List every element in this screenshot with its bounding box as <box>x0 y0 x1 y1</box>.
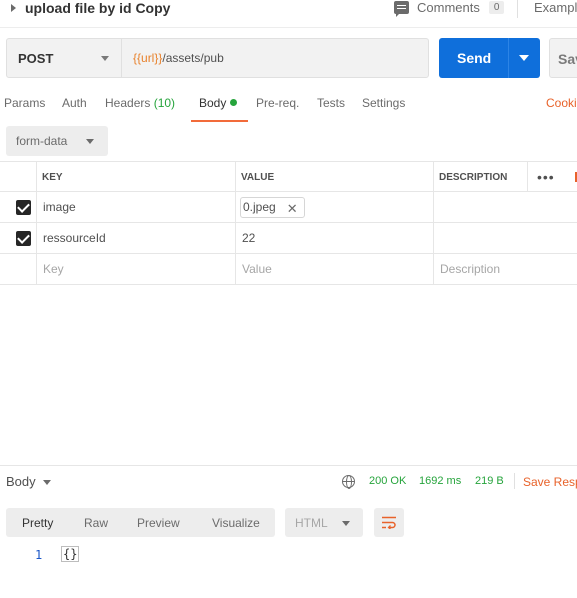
response-section-select[interactable]: Body <box>6 474 36 489</box>
file-name: 0.jpeg <box>243 200 276 214</box>
key-cell[interactable]: image <box>37 192 236 222</box>
description-cell[interactable] <box>434 223 577 253</box>
tab-body[interactable]: Body <box>199 96 238 110</box>
row-checkbox[interactable] <box>16 231 31 246</box>
table-row-new: Key Value Description <box>0 254 577 285</box>
status-divider <box>514 473 515 489</box>
request-name[interactable]: upload file by id Copy <box>25 0 170 16</box>
file-chip[interactable]: 0.jpeg ✕ <box>240 197 305 218</box>
response-time[interactable]: 1692 ms <box>419 475 461 487</box>
tab-auth[interactable]: Auth <box>62 96 87 110</box>
new-key-input[interactable]: Key <box>37 254 236 284</box>
headers-count: (10) <box>153 96 176 110</box>
key-text: image <box>43 200 76 214</box>
response-size[interactable]: 219 B <box>475 475 504 487</box>
chevron-down-icon <box>342 521 350 526</box>
header-key-label: KEY <box>42 172 63 183</box>
header-value-label: VALUE <box>241 172 275 183</box>
key-cell[interactable]: ressourceId <box>37 223 236 253</box>
tab-headers-label: Headers <box>105 96 151 110</box>
url-input[interactable]: {{url}}/assets/pub <box>121 38 429 78</box>
header-description: DESCRIPTION <box>434 162 577 192</box>
line-number: 1 <box>35 548 43 562</box>
tab-preview[interactable]: Preview <box>137 516 180 530</box>
send-button[interactable]: Send <box>439 38 540 78</box>
url-variable: {{url}} <box>133 51 163 65</box>
value-cell[interactable]: 0.jpeg ✕ <box>236 192 434 222</box>
request-tabs: Params Auth Headers (10) Body Pre-req. T… <box>0 96 577 122</box>
header-check-cell <box>0 162 37 192</box>
value-placeholder: Value <box>242 262 272 276</box>
key-text: ressourceId <box>43 231 106 245</box>
row-checkbox[interactable] <box>16 200 31 215</box>
tab-visualize[interactable]: Visualize <box>212 516 260 530</box>
title-divider-line <box>0 27 577 28</box>
chevron-down-icon[interactable] <box>43 480 51 485</box>
header-value: VALUE <box>236 162 434 192</box>
comments-label: Comments <box>417 0 480 15</box>
comment-icon <box>394 1 409 17</box>
body-type-label: form-data <box>16 134 68 148</box>
tab-settings[interactable]: Settings <box>362 96 405 110</box>
row-check-cell <box>0 192 37 222</box>
new-description-input[interactable]: Description <box>434 254 577 284</box>
body-indicator-dot <box>230 99 238 106</box>
close-icon[interactable]: ✕ <box>287 201 298 217</box>
comments-button[interactable]: Comments 0 <box>394 0 505 17</box>
header-key: KEY <box>37 162 236 192</box>
save-response-button[interactable]: Save Resp <box>523 475 577 489</box>
row-check-cell <box>0 223 37 253</box>
response-divider <box>0 465 577 466</box>
row-check-cell <box>0 254 37 284</box>
tab-pretty[interactable]: Pretty <box>22 516 53 530</box>
language-label: HTML <box>295 516 328 530</box>
tab-raw[interactable]: Raw <box>84 516 108 530</box>
tab-params[interactable]: Params <box>4 96 45 110</box>
description-cell[interactable] <box>434 192 577 222</box>
value-text: 22 <box>242 231 256 245</box>
header-divider <box>527 162 528 192</box>
response-view-tabs: Pretty Raw Preview Visualize <box>6 508 275 537</box>
save-button[interactable]: Save <box>549 38 577 78</box>
send-options-chevron-icon[interactable] <box>519 55 529 61</box>
header-description-label: DESCRIPTION <box>439 172 508 183</box>
globe-icon[interactable] <box>342 475 355 489</box>
active-tab-underline <box>191 120 248 122</box>
request-title-bar: upload file by id Copy Comments 0 Exampl <box>0 0 577 22</box>
table-header-row: KEY VALUE DESCRIPTION ••• <box>0 161 577 192</box>
cookies-link[interactable]: Cooki <box>546 96 577 110</box>
method-select[interactable]: POST <box>6 38 122 78</box>
description-placeholder: Description <box>440 262 501 276</box>
examples-button[interactable]: Exampl <box>534 0 577 15</box>
chevron-down-icon <box>86 139 94 144</box>
response-code[interactable]: {} <box>60 546 80 562</box>
tab-headers[interactable]: Headers (10) <box>105 96 175 110</box>
tab-body-label: Body <box>199 96 227 110</box>
title-divider <box>517 0 518 18</box>
method-label: POST <box>18 51 54 66</box>
value-cell[interactable]: 22 <box>236 223 434 253</box>
body-type-select[interactable]: form-data <box>6 126 108 156</box>
send-label: Send <box>457 50 492 66</box>
url-path: /assets/pub <box>162 51 224 65</box>
new-value-input[interactable]: Value <box>236 254 434 284</box>
tab-tests[interactable]: Tests <box>317 96 345 110</box>
collapse-caret-icon[interactable] <box>11 4 16 12</box>
tab-pre-request[interactable]: Pre-req. <box>256 96 299 110</box>
key-placeholder: Key <box>43 262 64 276</box>
more-options-icon[interactable]: ••• <box>537 169 555 185</box>
chevron-down-icon <box>101 56 109 61</box>
wrap-lines-button[interactable] <box>374 508 404 537</box>
language-select[interactable]: HTML <box>285 508 363 537</box>
table-row: ressourceId 22 <box>0 223 577 254</box>
table-row: image 0.jpeg ✕ <box>0 192 577 223</box>
status-code[interactable]: 200 OK <box>369 475 406 487</box>
send-divider <box>508 38 509 78</box>
comments-count-badge: 0 <box>488 1 505 14</box>
wrap-lines-icon <box>382 516 396 529</box>
